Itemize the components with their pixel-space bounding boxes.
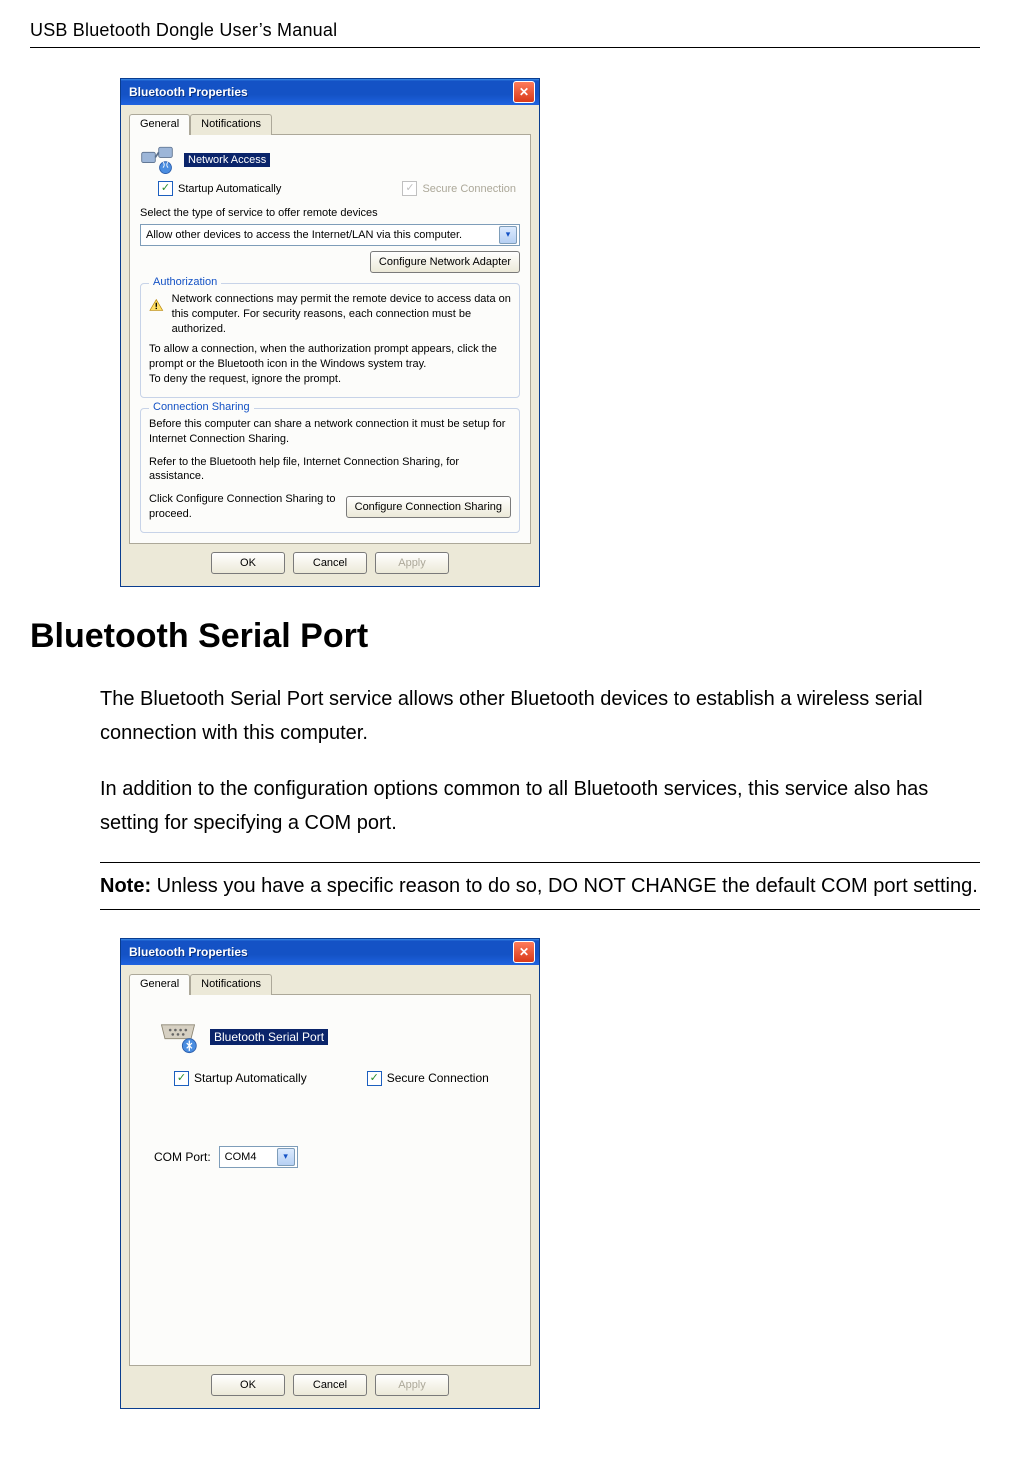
authorization-text-1: Network connections may permit the remot…	[172, 292, 511, 337]
configure-adapter-button[interactable]: Configure Network Adapter	[370, 251, 520, 273]
startup-checkbox[interactable]: ✓Startup Automatically	[158, 181, 281, 196]
authorization-text-3: To deny the request, ignore the prompt.	[149, 372, 511, 387]
note-block: Note: Unless you have a specific reason …	[100, 862, 980, 910]
configure-sharing-button[interactable]: Configure Connection Sharing	[346, 496, 511, 518]
cancel-button[interactable]: Cancel	[293, 1374, 367, 1396]
service-name-field[interactable]: Bluetooth Serial Port	[210, 1029, 328, 1045]
chevron-down-icon: ▾	[277, 1148, 295, 1166]
service-name-field[interactable]: Network Access	[184, 153, 270, 167]
warning-icon	[149, 292, 164, 318]
chevron-down-icon: ▾	[499, 226, 517, 244]
apply-button: Apply	[375, 1374, 449, 1396]
tab-notifications[interactable]: Notifications	[190, 974, 272, 995]
paragraph-1: The Bluetooth Serial Port service allows…	[100, 682, 980, 750]
secure-checkbox[interactable]: ✓Secure Connection	[367, 1071, 489, 1086]
document-header: USB Bluetooth Dongle User’s Manual	[30, 20, 980, 48]
apply-button: Apply	[375, 552, 449, 574]
dialog-title: Bluetooth Properties	[129, 945, 513, 959]
authorization-group-title: Authorization	[149, 276, 221, 288]
sharing-text-2: Refer to the Bluetooth help file, Intern…	[149, 455, 511, 485]
com-port-label: COM Port:	[154, 1150, 211, 1164]
authorization-text-2: To allow a connection, when the authoriz…	[149, 342, 511, 372]
tab-general[interactable]: General	[129, 114, 190, 135]
close-icon[interactable]: ✕	[513, 941, 535, 963]
close-icon[interactable]: ✕	[513, 81, 535, 103]
service-type-label: Select the type of service to offer remo…	[140, 206, 520, 221]
service-type-dropdown[interactable]: Allow other devices to access the Intern…	[140, 224, 520, 246]
startup-checkbox[interactable]: ✓Startup Automatically	[174, 1071, 307, 1086]
sharing-text-1: Before this computer can share a network…	[149, 417, 511, 447]
com-port-dropdown[interactable]: COM4 ▾	[219, 1146, 298, 1168]
dialog-network-access: Bluetooth Properties ✕ General Notificat…	[120, 78, 540, 587]
sharing-text-3: Click Configure Connection Sharing to pr…	[149, 492, 336, 522]
section-heading: Bluetooth Serial Port	[30, 617, 980, 656]
serial-port-icon	[158, 1019, 198, 1055]
network-icon	[140, 145, 174, 175]
connection-sharing-group-title: Connection Sharing	[149, 401, 254, 413]
dialog-serial-port: Bluetooth Properties ✕ General Notificat…	[120, 938, 540, 1409]
secure-checkbox: ✓Secure Connection	[402, 181, 516, 196]
dialog-title: Bluetooth Properties	[129, 85, 513, 99]
tab-general[interactable]: General	[129, 974, 190, 995]
ok-button[interactable]: OK	[211, 1374, 285, 1396]
titlebar: Bluetooth Properties ✕	[121, 939, 539, 965]
titlebar: Bluetooth Properties ✕	[121, 79, 539, 105]
ok-button[interactable]: OK	[211, 552, 285, 574]
cancel-button[interactable]: Cancel	[293, 552, 367, 574]
tab-notifications[interactable]: Notifications	[190, 114, 272, 135]
paragraph-2: In addition to the configuration options…	[100, 772, 980, 840]
